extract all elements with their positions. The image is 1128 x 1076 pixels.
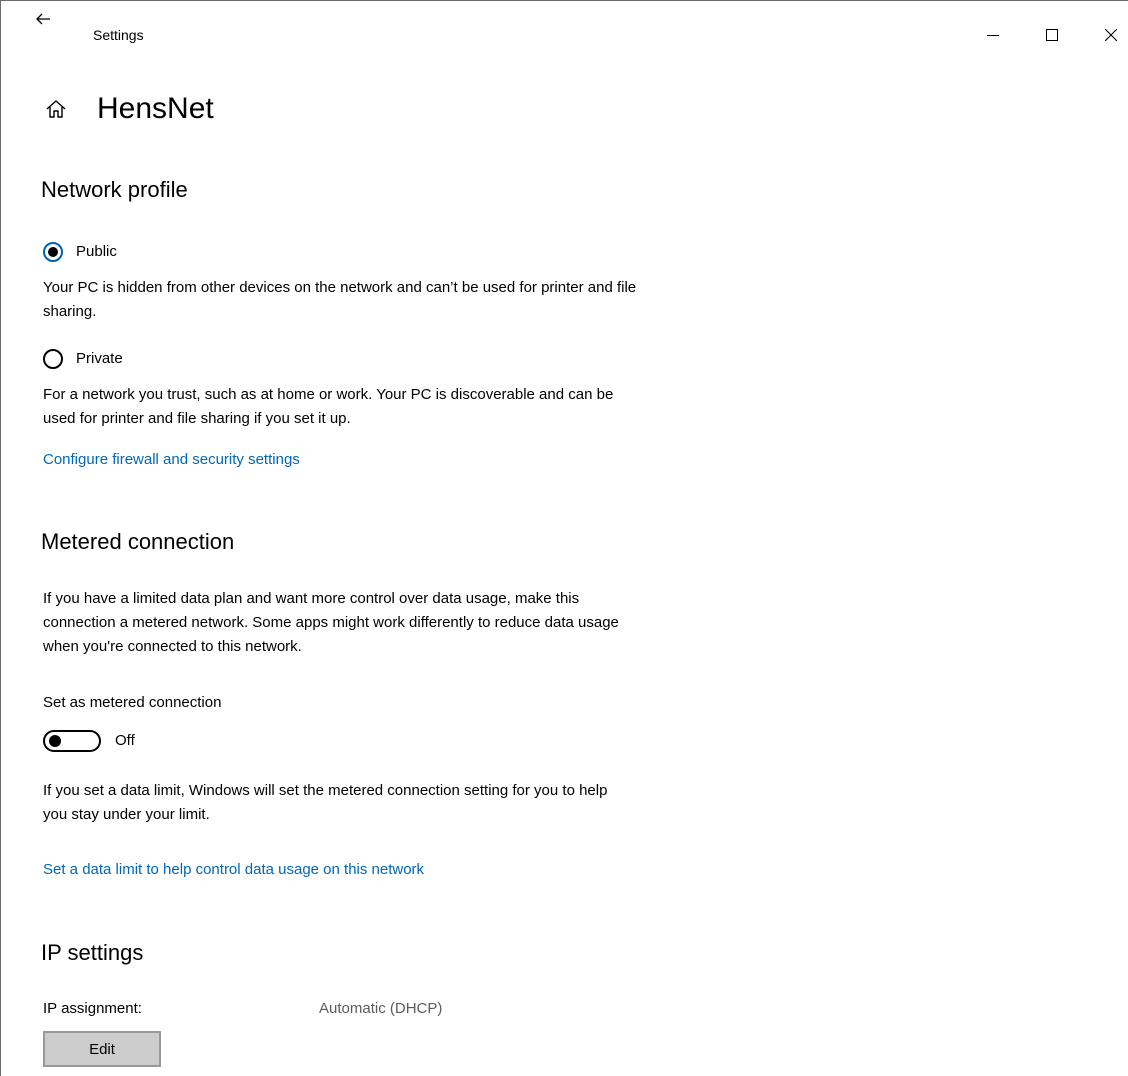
metered-description: If you have a limited data plan and want…: [43, 590, 619, 655]
minimize-button[interactable]: [973, 21, 1013, 49]
metered-toggle-switch[interactable]: [43, 730, 101, 752]
back-button[interactable]: [29, 5, 57, 33]
edit-ip-button[interactable]: Edit: [43, 1031, 161, 1067]
maximize-button[interactable]: [1032, 21, 1072, 49]
private-description: For a network you trust, such as at home…: [43, 386, 614, 427]
set-data-limit-link[interactable]: Set a data limit to help control data us…: [43, 858, 424, 882]
ip-assignment-label: IP assignment:: [43, 1000, 142, 1017]
network-profile-heading: Network profile: [41, 177, 188, 202]
data-limit-note: If you set a data limit, Windows will se…: [43, 782, 608, 823]
radio-public[interactable]: Public: [43, 240, 117, 264]
close-icon: [1105, 29, 1117, 41]
metered-toggle-state: Off: [115, 732, 135, 749]
radio-private[interactable]: Private: [43, 347, 123, 371]
metered-toggle-row: Off: [43, 729, 135, 753]
metered-toggle-label: Set as metered connection: [43, 694, 222, 711]
window-title: Settings: [93, 27, 144, 43]
close-button[interactable]: [1091, 21, 1128, 49]
ip-settings-heading: IP settings: [41, 940, 144, 965]
back-arrow-icon: [36, 13, 50, 25]
metered-connection-heading: Metered connection: [41, 529, 235, 554]
title-bar: Settings: [1, 1, 1128, 43]
toggle-knob: [49, 735, 61, 747]
radio-selected-dot: [48, 247, 58, 257]
home-icon[interactable]: [45, 98, 67, 120]
public-description: Your PC is hidden from other devices on …: [43, 279, 637, 320]
radio-public-circle[interactable]: [43, 242, 63, 262]
configure-firewall-link[interactable]: Configure firewall and security settings: [43, 448, 300, 472]
page-header: HensNet: [45, 89, 214, 129]
radio-private-label: Private: [76, 350, 123, 367]
minimize-icon: [987, 35, 999, 36]
radio-private-circle[interactable]: [43, 349, 63, 369]
page-title: HensNet: [97, 92, 214, 125]
ip-assignment-value: Automatic (DHCP): [319, 1000, 443, 1017]
maximize-icon: [1046, 29, 1058, 41]
settings-window: Settings HensNet Network profile Public …: [0, 0, 1128, 1076]
radio-public-label: Public: [76, 243, 117, 260]
